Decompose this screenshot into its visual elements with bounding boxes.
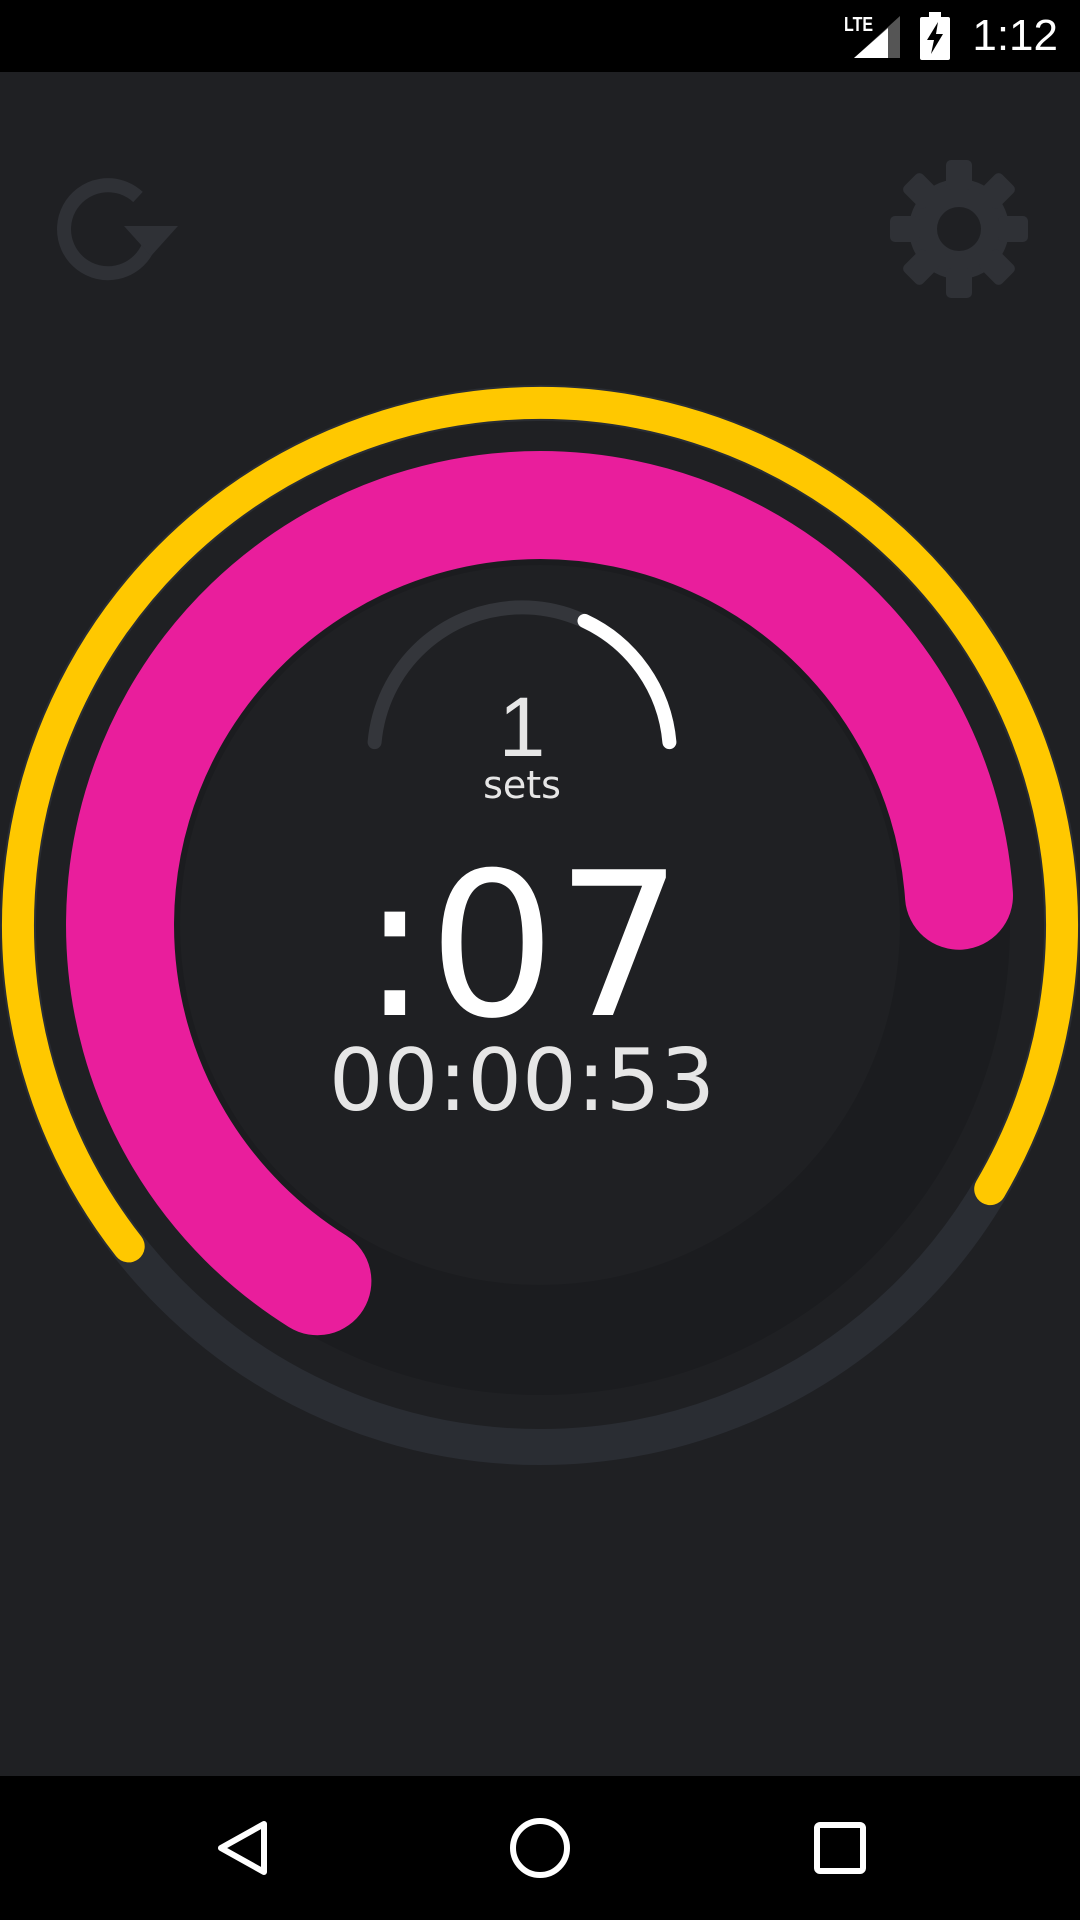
sets-count: 1 (499, 680, 546, 774)
settings-button[interactable] (884, 154, 1034, 304)
recents-button[interactable] (780, 1798, 900, 1898)
interval-remaining: :07 (361, 830, 683, 1063)
timer-dial: 1 sets :07 00:00:53 (0, 385, 1080, 1465)
recents-icon (814, 1822, 866, 1874)
navigation-bar (0, 1776, 1080, 1920)
back-button[interactable] (181, 1798, 301, 1898)
status-time: 1:12 (972, 11, 1058, 60)
sets-label: sets (483, 763, 561, 807)
home-icon (510, 1818, 570, 1878)
home-button[interactable] (480, 1798, 600, 1898)
signal-icon (854, 16, 900, 58)
reset-button[interactable] (56, 168, 186, 288)
reset-icon (57, 178, 178, 281)
battery-charging-icon (920, 12, 950, 60)
total-time: 00:00:53 (329, 1031, 715, 1131)
gear-icon (890, 160, 1028, 298)
status-bar: LTE 1:12 (0, 0, 1080, 72)
back-icon (218, 1821, 267, 1875)
